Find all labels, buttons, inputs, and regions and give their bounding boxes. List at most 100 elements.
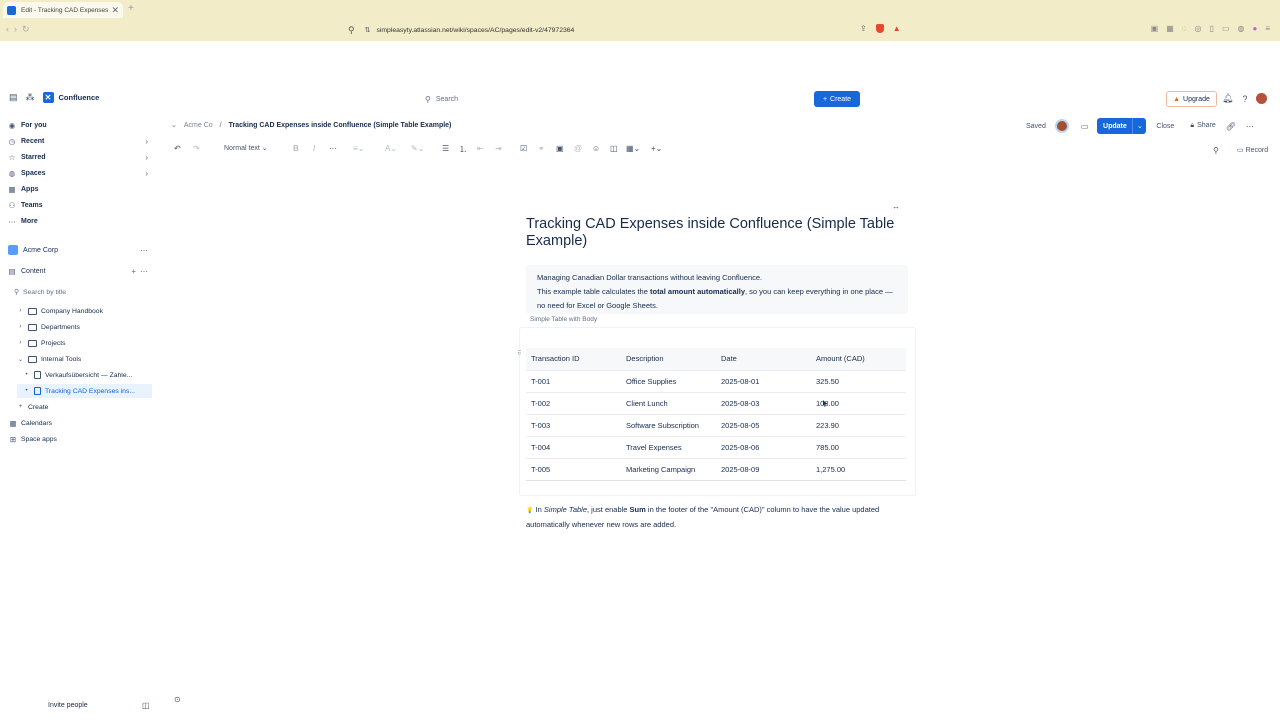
table-cell[interactable]: T-004 <box>526 436 621 459</box>
link-icon[interactable]: ⚭ <box>538 144 545 153</box>
indent-icon[interactable]: ⇥ <box>495 144 502 153</box>
search-by-title-input[interactable]: ⚲ Search by title <box>14 286 152 298</box>
redo-icon[interactable]: ↷ <box>193 144 200 153</box>
help-icon[interactable]: ? <box>1242 94 1247 104</box>
chevron-right-icon[interactable]: › <box>17 324 24 330</box>
bookmark-icon[interactable]: ⚲ <box>348 25 355 36</box>
table-cell[interactable]: 325.50 <box>811 370 906 393</box>
chevron-down-icon[interactable]: ⌄ <box>1132 118 1147 134</box>
extension-icon[interactable]: ▣ <box>1151 24 1159 33</box>
avatar[interactable] <box>1054 119 1069 133</box>
column-header[interactable]: Amount (CAD) <box>811 348 906 371</box>
table-cell[interactable]: Office Supplies <box>621 370 716 393</box>
chevron-right-icon[interactable]: › <box>145 137 148 146</box>
align-icon[interactable]: ≡⌄ <box>353 144 364 153</box>
share-button[interactable]: 🔒︎ Share <box>1190 122 1215 130</box>
image-icon[interactable]: ▣ <box>556 144 564 153</box>
tree-item-projects[interactable]: › Projects <box>17 336 66 350</box>
avatar[interactable] <box>1256 93 1268 104</box>
sidebar-item-starred[interactable]: ☆ Starred › <box>8 150 152 164</box>
sidebar-item-more[interactable]: ⋯ More <box>8 214 152 228</box>
insert-icon[interactable]: +⌄ <box>651 144 662 153</box>
table-cell[interactable]: Software Subscription <box>621 414 716 437</box>
italic-icon[interactable]: I <box>313 144 315 153</box>
layout-icon[interactable]: ◫ <box>610 144 618 153</box>
invite-people-button[interactable]: Invite people <box>48 702 88 709</box>
sidebar-icon[interactable]: ▯ <box>1210 24 1214 33</box>
mention-icon[interactable]: @ <box>574 144 582 153</box>
sidebar-item-teams[interactable]: ⚇ Teams <box>8 198 152 212</box>
table-cell[interactable]: T-005 <box>526 458 621 481</box>
table-icon[interactable]: ▦⌄ <box>626 144 640 153</box>
url-field[interactable]: ⚲ ⇅ simpleasyty.atlassian.net/wiki/space… <box>348 22 908 38</box>
table-cell[interactable]: 1,275.00 <box>811 458 906 481</box>
tree-item-tracking-cad-expenses[interactable]: • Tracking CAD Expenses ins... <box>17 384 152 398</box>
table-cell[interactable]: 223.90 <box>811 414 906 437</box>
table-cell[interactable]: Marketing Campaign <box>621 458 716 481</box>
help-icon[interactable]: ⊙ <box>174 695 181 704</box>
close-tab-icon[interactable]: ✕ <box>111 5 119 16</box>
emoji-icon[interactable]: ☺ <box>592 144 600 153</box>
find-replace-icon[interactable]: ⚲ <box>1213 146 1219 155</box>
upgrade-button[interactable]: ▲ Upgrade <box>1166 91 1217 107</box>
text-style-dropdown[interactable]: Normal text ⌄ <box>224 144 268 152</box>
sidebar-item-for-you[interactable]: ◉ For you <box>8 118 152 132</box>
highlight-icon[interactable]: ✎⌄ <box>411 144 424 153</box>
chevron-right-icon[interactable]: › <box>145 169 148 178</box>
text-color-icon[interactable]: A⌄ <box>385 144 397 153</box>
table-cell[interactable]: 785.00 <box>811 436 906 459</box>
app-switcher-icon[interactable]: ⁂ <box>26 92 35 103</box>
outdent-icon[interactable]: ⇤ <box>477 144 484 153</box>
extension-icon[interactable]: ◌ <box>1182 24 1187 33</box>
table-cell[interactable]: 2025-08-06 <box>716 436 811 459</box>
chevron-down-icon[interactable]: ⌄ <box>171 121 177 129</box>
more-options-icon[interactable]: ⋯ <box>1246 122 1254 131</box>
comment-icon[interactable]: ▭ <box>1081 122 1089 131</box>
breadcrumb-page[interactable]: Tracking CAD Expenses inside Confluence … <box>229 122 452 129</box>
breadcrumb-space[interactable]: Acme Co <box>184 122 213 129</box>
table-cell[interactable]: T-002 <box>526 392 621 415</box>
link-icon[interactable]: 🔗︎ <box>1226 122 1236 131</box>
sidebar-toggle-icon[interactable]: ▤ <box>9 92 18 103</box>
add-content-icon[interactable]: + <box>131 267 136 276</box>
wallet-icon[interactable]: ▭ <box>1222 24 1230 33</box>
drag-handle-icon[interactable]: ⠿ <box>517 350 521 357</box>
rewards-icon[interactable]: ▲ <box>893 24 901 33</box>
tree-item-verkaufsuebersicht[interactable]: • Verkaufsübersicht — Zahle... <box>23 368 132 382</box>
tree-item-company-handbook[interactable]: › Company Handbook <box>17 304 103 318</box>
content-header[interactable]: ▤ Content + ⋯ <box>8 264 152 278</box>
site-info-icon[interactable]: ⇅ <box>365 26 371 34</box>
table-cell[interactable]: 2025-08-09 <box>716 458 811 481</box>
task-icon[interactable]: ☑ <box>520 144 527 153</box>
extension-icon[interactable]: ◎ <box>1195 24 1202 33</box>
record-button[interactable]: ▭ Record <box>1237 146 1268 154</box>
extension-icon[interactable]: ▦ <box>1166 24 1174 33</box>
profile-icon[interactable]: ● <box>1252 24 1257 33</box>
table-cell[interactable]: 2025-08-03 <box>716 392 811 415</box>
tree-item-departments[interactable]: › Departments <box>17 320 80 334</box>
notifications-icon[interactable]: 🔔︎ <box>1222 93 1233 104</box>
menu-icon[interactable]: ≡ <box>1265 24 1270 33</box>
numbered-list-icon[interactable]: ⒈ <box>459 144 467 155</box>
table-cell[interactable]: 2025-08-05 <box>716 414 811 437</box>
create-page-button[interactable]: + Create <box>17 400 49 414</box>
sidebar-item-recent[interactable]: ◷ Recent › <box>8 134 152 148</box>
info-panel[interactable]: Managing Canadian Dollar transactions wi… <box>526 265 908 314</box>
table-cell[interactable]: 2025-08-01 <box>716 370 811 393</box>
search-input[interactable]: ⚲ Search <box>421 91 810 107</box>
share-page-icon[interactable]: ⇪ <box>860 24 867 33</box>
expenses-table[interactable]: Transaction ID Description Date Amount (… <box>526 348 906 481</box>
chevron-right-icon[interactable]: › <box>17 340 24 346</box>
width-toggle-icon[interactable]: ↔ <box>892 202 900 211</box>
brave-shield-icon[interactable] <box>875 24 884 33</box>
chevron-down-icon[interactable]: ⌄ <box>17 356 24 363</box>
bullet-list-icon[interactable]: ☰ <box>442 144 449 153</box>
create-button[interactable]: + Create <box>814 91 860 107</box>
product-name[interactable]: Confluence <box>59 93 100 102</box>
table-cell[interactable]: Travel Expenses <box>621 436 716 459</box>
undo-icon[interactable]: ↶ <box>174 144 181 153</box>
tree-item-internal-tools[interactable]: ⌄ Internal Tools <box>17 352 81 366</box>
more-options-icon[interactable]: ⋯ <box>140 267 148 276</box>
sidebar-item-calendars[interactable]: ▦ Calendars <box>9 416 52 430</box>
more-options-icon[interactable]: ⋯ <box>140 246 148 255</box>
